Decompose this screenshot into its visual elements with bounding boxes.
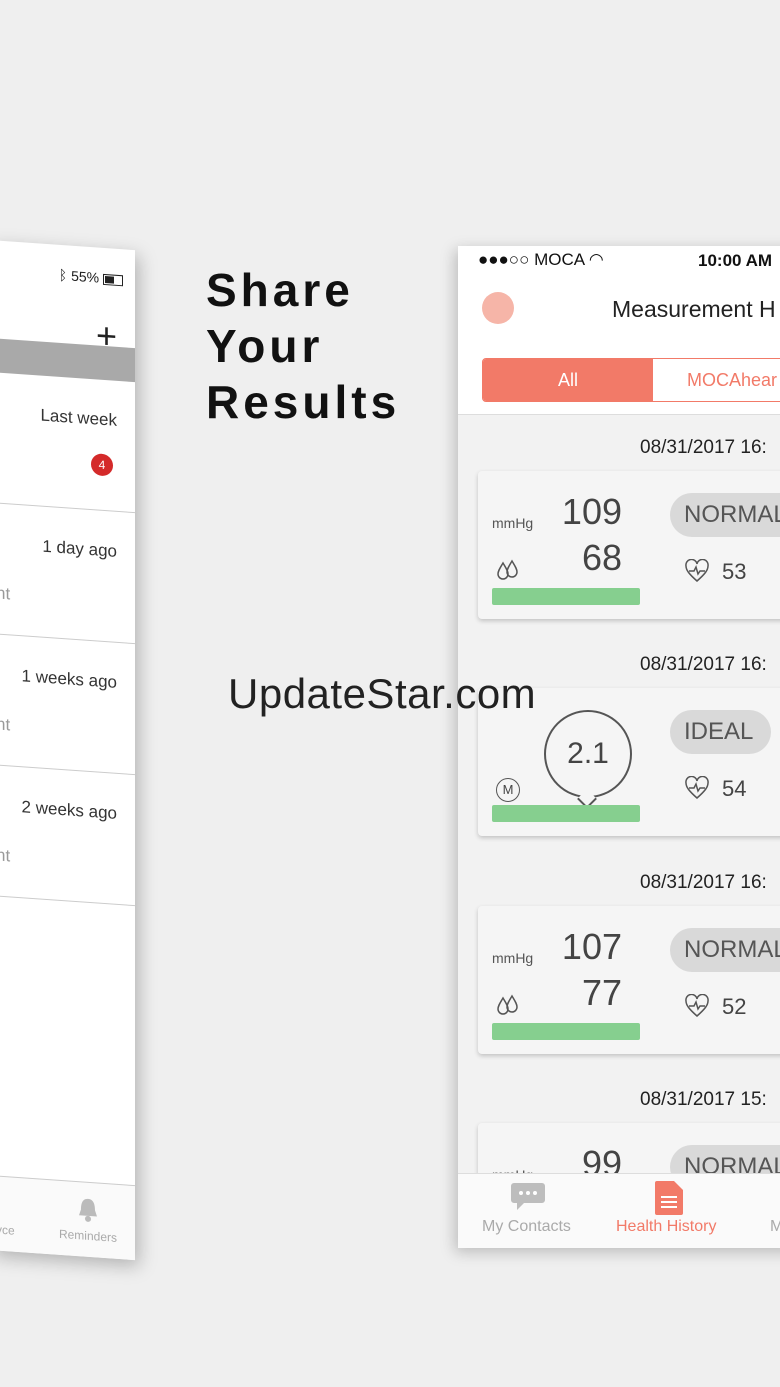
status-level-bar [492,1023,640,1040]
list-item[interactable]: 1 day ago nt [0,503,135,645]
status-badge: NORMAL [670,928,780,972]
left-tab-bar: vce Reminders [0,1175,135,1261]
left-phone-screen: ᛒ 55% + Last week 4 1 day ago nt 1 weeks… [0,240,135,1261]
app-logo-icon[interactable] [482,292,514,324]
record-date: 08/31/2017 16: [640,437,767,458]
status-badge: IDEAL [670,710,772,754]
heart-rate-icon [685,994,709,1017]
battery-percent: 55% [71,267,100,286]
blood-drop-icon [497,559,518,580]
list-item-time: 2 weeks ago [21,797,117,823]
diastolic-value: 68 [581,537,622,578]
bluetooth-icon: ᛒ [58,266,68,284]
tagline-line: Results [206,376,401,428]
right-phone-screen: ●●●○○ MOCA ◠ 10:00 AM Measurement H All … [458,246,780,1248]
list-item-time: 1 day ago [42,536,117,561]
filter-segmented-control: All MOCAhear [482,358,780,402]
segment-mocaheart[interactable]: MOCAhear [653,359,780,401]
list-item-subtitle: nt [0,583,11,604]
bell-icon [79,1198,97,1222]
systolic-value: 107 [561,926,622,967]
list-item-subtitle: nt [0,714,11,735]
tab-health-history[interactable]: Health History [616,1218,716,1236]
diastolic-value: 77 [581,972,622,1013]
blood-drop-icon [497,994,518,1015]
battery-icon [103,273,123,287]
mocaheart-icon: M [496,778,520,802]
carrier-signal: ●●●○○ MOCA ◠ [478,250,604,270]
record-date: 08/31/2017 15: [640,1089,767,1110]
list-item[interactable]: 2 weeks ago nt [0,765,135,907]
tab-more[interactable]: M [770,1218,780,1236]
wifi-icon: ◠ [588,250,604,269]
carrier-label: ●●●○○ MOCA [478,250,585,269]
status-clock: 10:00 AM [698,251,773,270]
segment-all[interactable]: All [483,359,653,401]
systolic-value: 109 [561,491,622,532]
pulse-value: 52 [722,994,747,1019]
status-bar: ●●●○○ MOCA ◠ 10:00 AM [458,246,780,276]
pulse-value: 54 [722,776,747,801]
list-item-subtitle: nt [0,845,11,866]
record-date: 08/31/2017 16: [640,872,767,893]
record-card[interactable]: mmHg 107 77 NORMAL 52 b [478,906,780,1054]
record-date: 08/31/2017 16: [640,654,767,675]
left-status-bar: ᛒ 55% [59,267,123,287]
heart-rate-icon [685,559,709,582]
tab-reminders[interactable]: Reminders [59,1227,117,1245]
pulse-value: 53 [722,559,747,584]
list-item-time: 1 weeks ago [21,666,117,692]
record-card[interactable]: mmHg 109 68 NORMAL 53 b [478,471,780,619]
score-bubble: 2.1 [544,710,632,798]
bottom-tab-bar: My Contacts Health History M [458,1173,780,1248]
heart-rate-icon [685,776,709,799]
list-item-time: Last week [40,405,117,430]
tab-device[interactable]: vce [0,1222,15,1237]
list-item[interactable]: 1 weeks ago nt [0,634,135,776]
watermark: UpdateStar.com [228,670,537,717]
tagline: Share Your Results [206,262,400,430]
list-item[interactable]: Last week 4 [0,372,135,514]
measurement-list[interactable]: 08/31/2017 16: mmHg 109 68 NORMAL 53 b 0… [458,414,780,1248]
chat-bubble-icon [511,1183,545,1210]
status-badge: NORMAL [670,493,780,537]
unit-label: mmHg [492,515,534,531]
document-icon [655,1181,683,1215]
status-level-bar [492,805,640,822]
nav-header: Measurement H [458,276,780,340]
page-title: Measurement H [612,296,776,322]
unit-label: mmHg [492,950,534,966]
tagline-line: Your [206,320,324,372]
tagline-line: Share [206,264,354,316]
tab-my-contacts[interactable]: My Contacts [482,1218,571,1236]
unread-badge: 4 [91,453,113,477]
status-level-bar [492,588,640,605]
